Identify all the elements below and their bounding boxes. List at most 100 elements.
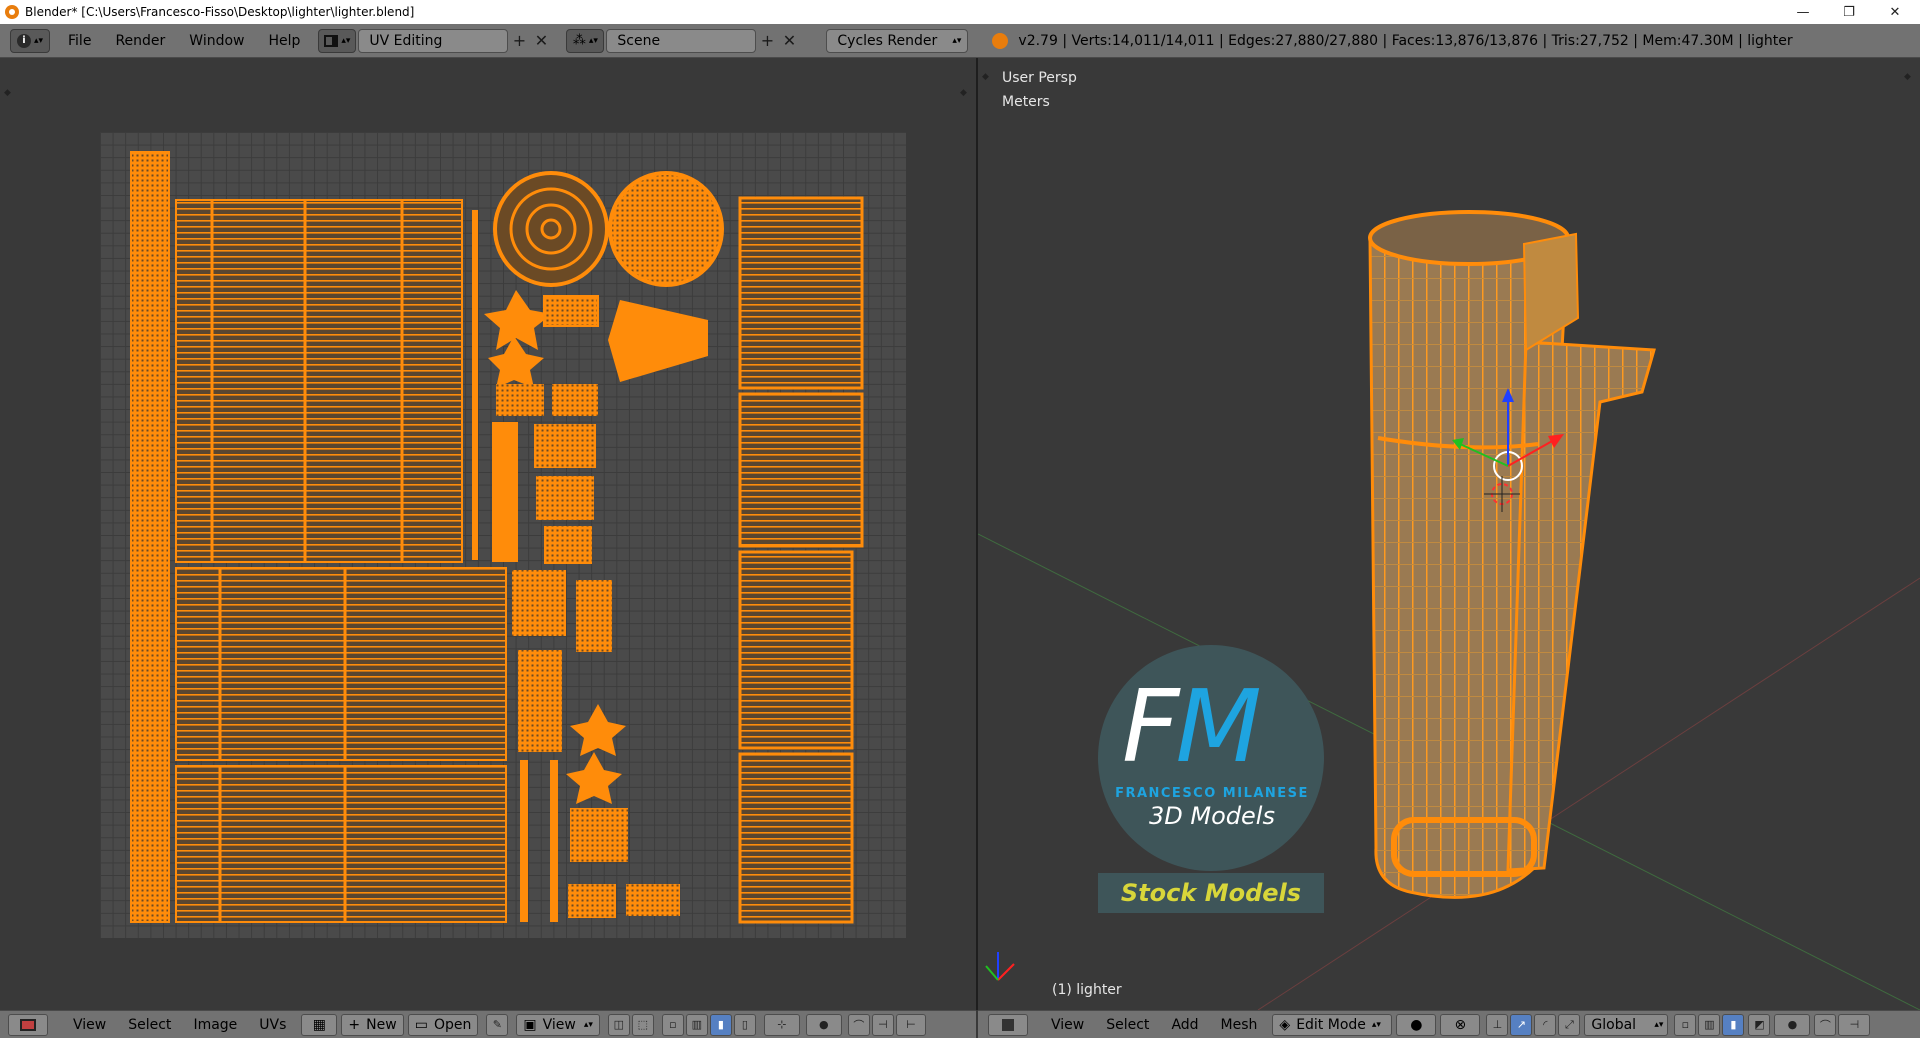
uv-menu-uvs[interactable]: UVs [248,1017,297,1033]
rotate-manipulator-icon[interactable]: ◜ [1534,1013,1557,1036]
edge-select-icon[interactable]: ▥ [685,1013,708,1036]
uv-menu-view[interactable]: View [62,1017,117,1033]
chevron-updown-icon: ▴▾ [588,35,598,46]
vertex-select-mode-icon[interactable]: ▫ [1674,1013,1697,1036]
window-title: Blender* [C:\Users\Francesco-Fisso\Deskt… [25,5,415,19]
info-icon: i [16,33,31,48]
uv-view-mode-select[interactable]: ▣ View ▴▾ [516,1013,600,1036]
uv-island [130,151,170,923]
proportional-edit-icon[interactable]: ● [805,1013,842,1036]
blender-logo-icon [992,32,1009,49]
interaction-mode-label: Edit Mode [1296,1016,1366,1033]
uv-editor-type-button[interactable] [8,1013,48,1036]
scene-selector-button[interactable]: ⁂ ▴▾ [566,28,605,53]
face-select-mode-icon[interactable]: ▮ [1722,1013,1745,1036]
uv-island [534,424,596,468]
snap-element-icon[interactable]: ⊣ [1838,1013,1871,1036]
uv-islands [130,151,864,924]
vp-proportional-edit-icon[interactable]: ● [1774,1013,1811,1036]
viewport-editor-type-button[interactable] [988,1013,1028,1036]
render-engine-select[interactable]: Cycles Render ▴▾ [826,28,969,53]
chevron-updown-icon: ▴▾ [1371,1019,1381,1030]
vp-menu-mesh[interactable]: Mesh [1210,1017,1269,1033]
vp-menu-select[interactable]: Select [1095,1017,1160,1033]
uv-island [175,199,463,563]
pivot-center-select[interactable]: ⊗ [1440,1013,1481,1036]
uv-island [608,171,724,287]
uv-menu-select[interactable]: Select [117,1017,182,1033]
uv-island [570,704,626,756]
plus-icon: + [348,1016,361,1033]
transform-orientation-select[interactable]: Global ▴▾ [1584,1013,1669,1036]
uv-island [518,650,562,752]
remove-scene-icon[interactable]: ✕ [778,30,800,52]
sync-selection-icon[interactable]: ◫ [607,1013,630,1036]
3d-scene [978,210,1920,1010]
shading-sphere-icon: ● [1410,1016,1423,1033]
uv-menu-image[interactable]: Image [182,1017,248,1033]
close-button[interactable]: ✕ [1872,0,1918,24]
vertex-select-icon[interactable]: ▫ [661,1013,684,1036]
viewport-shading-select[interactable]: ● [1396,1013,1437,1036]
info-header: i ▴▾ File Render Window Help ▴▾ UV Editi… [0,24,1920,58]
remove-layout-icon[interactable]: ✕ [530,30,552,52]
layout-selector-button[interactable]: ▴▾ [318,28,357,53]
uv-editor-header: View Select Image UVs ▦ + New ▭ Open ✎ ▣ Vi… [0,1010,976,1038]
island-select-icon[interactable]: ▯ [733,1013,756,1036]
3d-viewport-header: View Select Add Mesh ◈ Edit Mode ▴▾ ● ⊗ ⊥ … [978,1010,1920,1038]
uv-island [738,752,854,924]
uv-island [512,570,566,636]
render-engine-label: Cycles Render [837,32,938,49]
restore-button[interactable]: ❐ [1826,0,1872,24]
logo-3d-models: 3D Models [1149,802,1275,830]
pivot-icon: ⊗ [1454,1016,1467,1033]
uv-snap-icon[interactable]: ⌒ [847,1013,870,1036]
translate-manipulator-icon[interactable]: ↗ [1510,1013,1533,1036]
uv-island [536,476,594,520]
edge-select-mode-icon[interactable]: ▥ [1698,1013,1721,1036]
uv-sculpt-icon[interactable]: ⊣ [871,1013,894,1036]
uv-island [738,392,864,548]
minimize-button[interactable]: — [1780,0,1826,24]
face-select-icon[interactable]: ▮ [709,1013,732,1036]
vp-menu-add[interactable]: Add [1160,1017,1209,1033]
uv-island [626,884,680,916]
image-editor-icon [20,1018,36,1031]
logo-fm-letters: FM [1122,668,1262,785]
uv-island [472,210,478,560]
new-image-button[interactable]: + New [341,1013,404,1036]
pin-image-icon[interactable]: ✎ [486,1013,509,1036]
scene-name-field[interactable]: Scene [606,28,757,53]
open-image-button[interactable]: ▭ Open [407,1013,479,1036]
occlude-geometry-icon[interactable]: ◩ [1748,1013,1771,1036]
uv-island [738,550,854,750]
uv-island [543,295,599,327]
menu-file[interactable]: File [56,33,103,49]
uv-stitch-icon[interactable]: ⊢ [895,1013,926,1036]
blender-app-icon [5,5,19,19]
logo-stock-models-banner: Stock Models [1098,873,1324,913]
manipulator-toggle-icon[interactable]: ⊥ [1486,1013,1509,1036]
uv-island [492,422,518,562]
menu-help[interactable]: Help [256,33,312,49]
image-browse-icon: ▦ [312,1016,327,1033]
uv-island [576,580,612,652]
add-layout-icon[interactable]: + [508,30,530,52]
add-scene-icon[interactable]: + [756,30,778,52]
select-mode-icon[interactable]: ⬚ [631,1013,654,1036]
vp-menu-view[interactable]: View [1040,1017,1095,1033]
menu-render[interactable]: Render [103,33,177,49]
pivot-point-icon[interactable]: ⊹ [763,1013,800,1036]
snap-toggle-icon[interactable]: ⌒ [1814,1013,1837,1036]
interaction-mode-select[interactable]: ◈ Edit Mode ▴▾ [1272,1013,1393,1036]
uv-editor-area[interactable]: ◆ ◆ [0,58,976,1010]
menu-window[interactable]: Window [177,33,256,49]
layout-name-field[interactable]: UV Editing [358,28,509,53]
scale-manipulator-icon[interactable]: ⤢ [1558,1013,1581,1036]
uv-island [608,300,708,382]
3d-viewport-area[interactable]: ◆ ◆ User Persp Meters (1) lighter [978,58,1920,1010]
uv-island [175,765,507,923]
image-browse-button[interactable]: ▦ [301,1013,338,1036]
editor-type-button[interactable]: i ▴▾ [10,28,50,53]
edit-mode-icon: ◈ [1279,1016,1291,1033]
